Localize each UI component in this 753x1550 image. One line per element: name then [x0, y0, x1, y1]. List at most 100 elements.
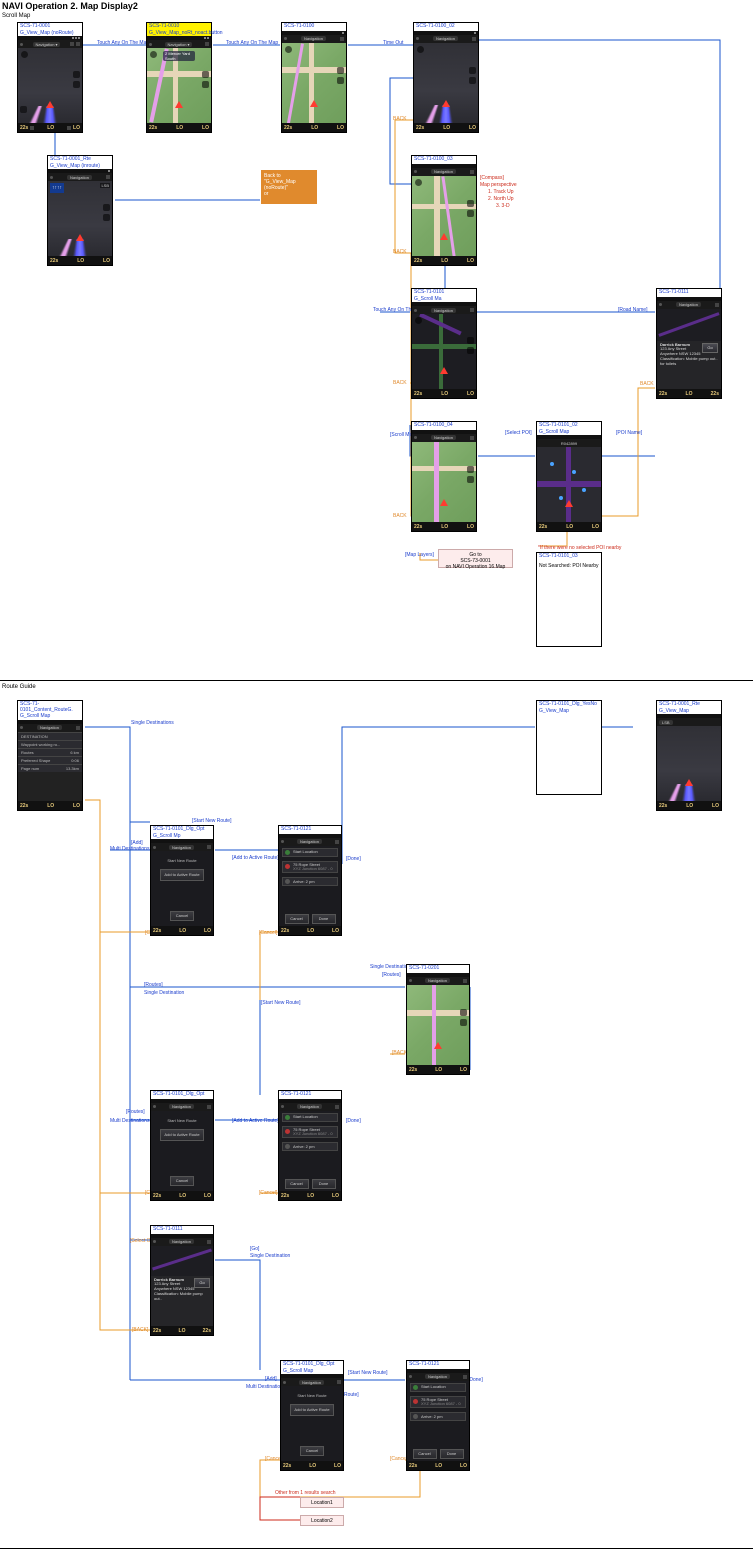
done-button[interactable]: Done [312, 1179, 336, 1189]
back-icon[interactable] [409, 1375, 412, 1378]
nav-icon[interactable] [335, 840, 339, 844]
map-preview[interactable] [657, 309, 721, 341]
screen-scs-71-0001-rte-2[interactable]: SCS-71-0001_Rte G_View_Map LSB 22sLOLO [656, 700, 722, 811]
compass-icon[interactable] [417, 46, 424, 53]
nav-title[interactable]: Navigation [169, 845, 194, 850]
map-3d[interactable] [18, 48, 82, 123]
cancel-button[interactable]: Cancel [285, 1179, 309, 1189]
nav-icon[interactable] [470, 436, 474, 440]
map-2d[interactable] [412, 442, 476, 523]
nav-icon[interactable] [76, 726, 80, 730]
screen-scs-71-0010[interactable]: SCS-71-0010 G_View_Map_noRt_noact.button… [146, 22, 212, 133]
nav-bar[interactable]: Navigation [279, 838, 341, 846]
climate-bar[interactable]: 22sLOLO [407, 1461, 469, 1470]
nav-title[interactable]: Navigation [297, 1104, 322, 1109]
nav-icon[interactable] [207, 1240, 211, 1244]
climate-bar[interactable]: 22sLOLO [151, 926, 213, 935]
screen-scs-71-0100[interactable]: SCS-71-0100 Navigation 22sLOLO [281, 22, 347, 133]
poi-map[interactable] [537, 447, 601, 522]
climate-bar[interactable]: 22sLOLO [414, 123, 478, 132]
nav-title[interactable]: Navigation [37, 725, 62, 730]
screen-scs-71-0101[interactable]: SCS-71-0101 G_Scroll Ma Navigation 22sLO… [411, 288, 477, 399]
nav-icon[interactable] [463, 979, 467, 983]
nav-bar[interactable]: Navigation [18, 724, 82, 732]
nav-title[interactable]: Navigation [67, 175, 92, 180]
option-preferred[interactable]: Preferred Shape0:06 [18, 756, 82, 764]
screen-scs-71-0001-rte[interactable]: SCS-71-0001_Rte G_View_Map (inroute) Nav… [47, 155, 113, 266]
nav-bar[interactable]: Navigation [151, 1238, 213, 1246]
nav-bar[interactable]: Navigation [412, 168, 476, 176]
temp-right[interactable]: LO [202, 125, 209, 131]
back-icon[interactable] [153, 1240, 156, 1243]
compass-icon[interactable] [285, 46, 292, 53]
screen-scs-71-0121-a[interactable]: SCS-71-0121 Navigation Start Location 75… [278, 825, 342, 936]
climate-bar[interactable]: 22sLOLO [407, 1065, 469, 1074]
list-item-start[interactable]: Start Location [282, 848, 338, 857]
nav-title[interactable]: Navigation [297, 839, 322, 844]
zoom-out-button[interactable] [337, 77, 344, 84]
temp-left[interactable]: 22s [20, 125, 28, 131]
screen-dlg-opt-1[interactable]: SCS-71-0101_Dlg_Opt G_Scroll Mp Navigati… [150, 825, 214, 936]
climate-bar[interactable]: 22sLOLO [279, 1191, 341, 1200]
map-3d[interactable]: ↑↑↑↑ LSB [48, 181, 112, 256]
nav-icon[interactable] [470, 308, 474, 312]
zoom-in-button[interactable] [337, 67, 344, 74]
back-icon[interactable] [281, 840, 284, 843]
nav-icon[interactable] [106, 175, 110, 179]
nav-title[interactable]: Navigation [431, 435, 456, 440]
back-icon[interactable] [283, 1381, 286, 1384]
back-icon[interactable] [281, 1105, 284, 1108]
screen-scs-71-0101-02[interactable]: SCS-71-0101_02 G_Scroll Map R042899 22sL… [536, 421, 602, 532]
seat-icon[interactable] [30, 126, 34, 130]
screen-scs-71-0111-b[interactable]: SCS-71-0111 Navigation Go Darrick Barnum… [150, 1225, 214, 1336]
climate-bar[interactable]: 22sLO22s [657, 389, 721, 398]
add-active-route-button[interactable]: Add to Active Route [290, 1404, 334, 1416]
zoom-in-button[interactable] [469, 67, 476, 74]
back-icon[interactable] [20, 43, 23, 46]
location-1-box[interactable]: Location1 [300, 1497, 344, 1508]
back-icon[interactable] [416, 37, 419, 40]
zoom-in-button[interactable] [467, 466, 474, 473]
screen-dlg-opt-2[interactable]: SCS-71-0101_Dlg_Opt Navigation Start New… [150, 1090, 214, 1201]
go-button[interactable]: Go [194, 1278, 210, 1288]
screen-scs-71-0201[interactable]: SCS-71-0201 Navigation 22sLOLO [406, 964, 470, 1075]
back-icon[interactable] [414, 436, 417, 439]
done-button[interactable]: Done [312, 914, 336, 924]
climate-bar[interactable]: 22s LO LO [18, 123, 82, 132]
climate-bar[interactable]: 22sLOLO [282, 123, 346, 132]
nav-bar[interactable]: Navigation [412, 306, 476, 314]
back-icon[interactable] [149, 43, 152, 46]
zoom-out-button[interactable] [202, 81, 209, 88]
zoom-out-button[interactable] [103, 214, 110, 221]
nav-title[interactable]: Navigation [676, 302, 701, 307]
climate-bar[interactable]: 22sLOLO [412, 256, 476, 265]
nav-title[interactable]: Navigation [425, 1374, 450, 1379]
compass-icon[interactable] [21, 51, 28, 58]
climate-bar[interactable]: 22s LO LO [147, 123, 211, 132]
nav-bar[interactable]: Navigation [281, 1378, 343, 1386]
back-icon[interactable] [284, 37, 287, 40]
screen-scs-71-0111[interactable]: SCS-71-0111 Navigation Go Darrick Barnum… [656, 288, 722, 399]
nav-bar[interactable]: Navigation [151, 1103, 213, 1111]
list-item-start[interactable]: Start Location [282, 1113, 338, 1122]
add-active-route-button[interactable]: Add to Active Route [160, 869, 204, 881]
nav-bar[interactable]: Navigation [414, 35, 478, 43]
nav-title[interactable]: Navigation [433, 36, 458, 41]
back-icon[interactable] [50, 176, 53, 179]
nav-icon[interactable] [472, 37, 476, 41]
screen-scs-71-0101-dlg-yesno[interactable]: SCS-71-0101_Dlg_YesNo G_View_Map [536, 700, 602, 795]
list-item-dest[interactable]: 75 Rope StreetXYZ Junction 6087 - 0 [410, 1396, 466, 1409]
nav-bar[interactable]: Navigation [151, 843, 213, 851]
climate-bar[interactable]: 22sLOLO [279, 926, 341, 935]
option-waypoint[interactable]: Waypoint working ro... [18, 740, 82, 748]
nav-title[interactable]: Navigation [425, 978, 450, 983]
map-2d[interactable] [407, 985, 469, 1066]
zoom-out-button[interactable] [467, 347, 474, 354]
screen-dlg-opt-3[interactable]: SCS-71-0101_Dlg_Opt G_Scroll Map Navigat… [280, 1360, 344, 1471]
nav-title[interactable]: Navigation ▾ [165, 42, 193, 47]
nav-icon-2[interactable] [76, 42, 80, 46]
climate-bar[interactable]: 22sLOLO [412, 389, 476, 398]
back-icon[interactable] [20, 726, 23, 729]
nav-title[interactable]: Navigation ▾ [33, 42, 61, 47]
cancel-button[interactable]: Cancel [300, 1446, 324, 1456]
